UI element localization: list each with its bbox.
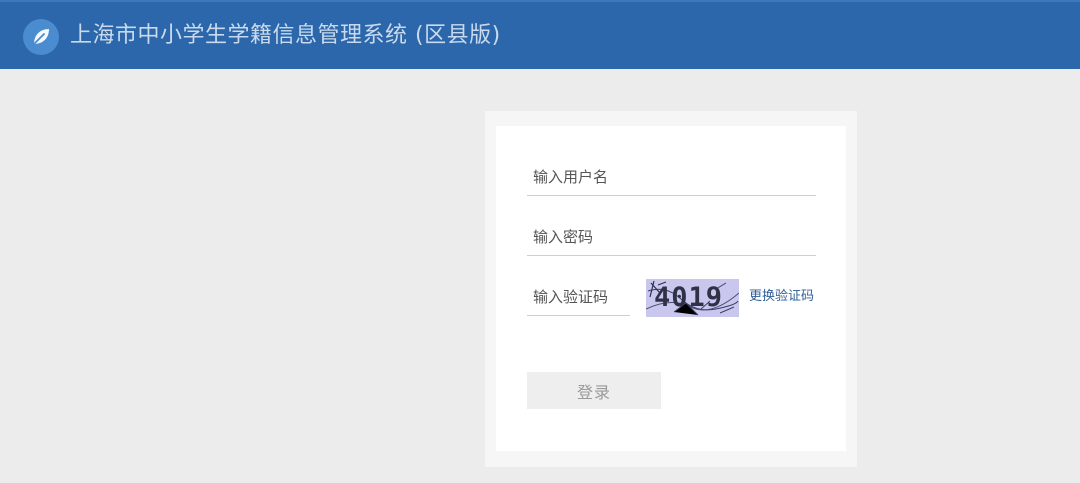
leaf-icon: [23, 19, 59, 55]
login-panel: 4019 更换验证码 登录: [485, 111, 857, 467]
change-captcha-link[interactable]: 更换验证码: [749, 288, 814, 306]
captcha-code: 4019: [654, 282, 724, 313]
captcha-input[interactable]: [527, 278, 630, 316]
app-header: 上海市中小学生学籍信息管理系统 (区县版): [0, 0, 1080, 69]
login-form: 4019 更换验证码 登录: [496, 126, 846, 451]
app-title: 上海市中小学生学籍信息管理系统 (区县版): [70, 23, 501, 48]
login-button[interactable]: 登录: [527, 372, 661, 409]
captcha-image[interactable]: 4019: [646, 279, 739, 317]
password-input[interactable]: [527, 218, 816, 256]
username-input[interactable]: [527, 158, 816, 196]
